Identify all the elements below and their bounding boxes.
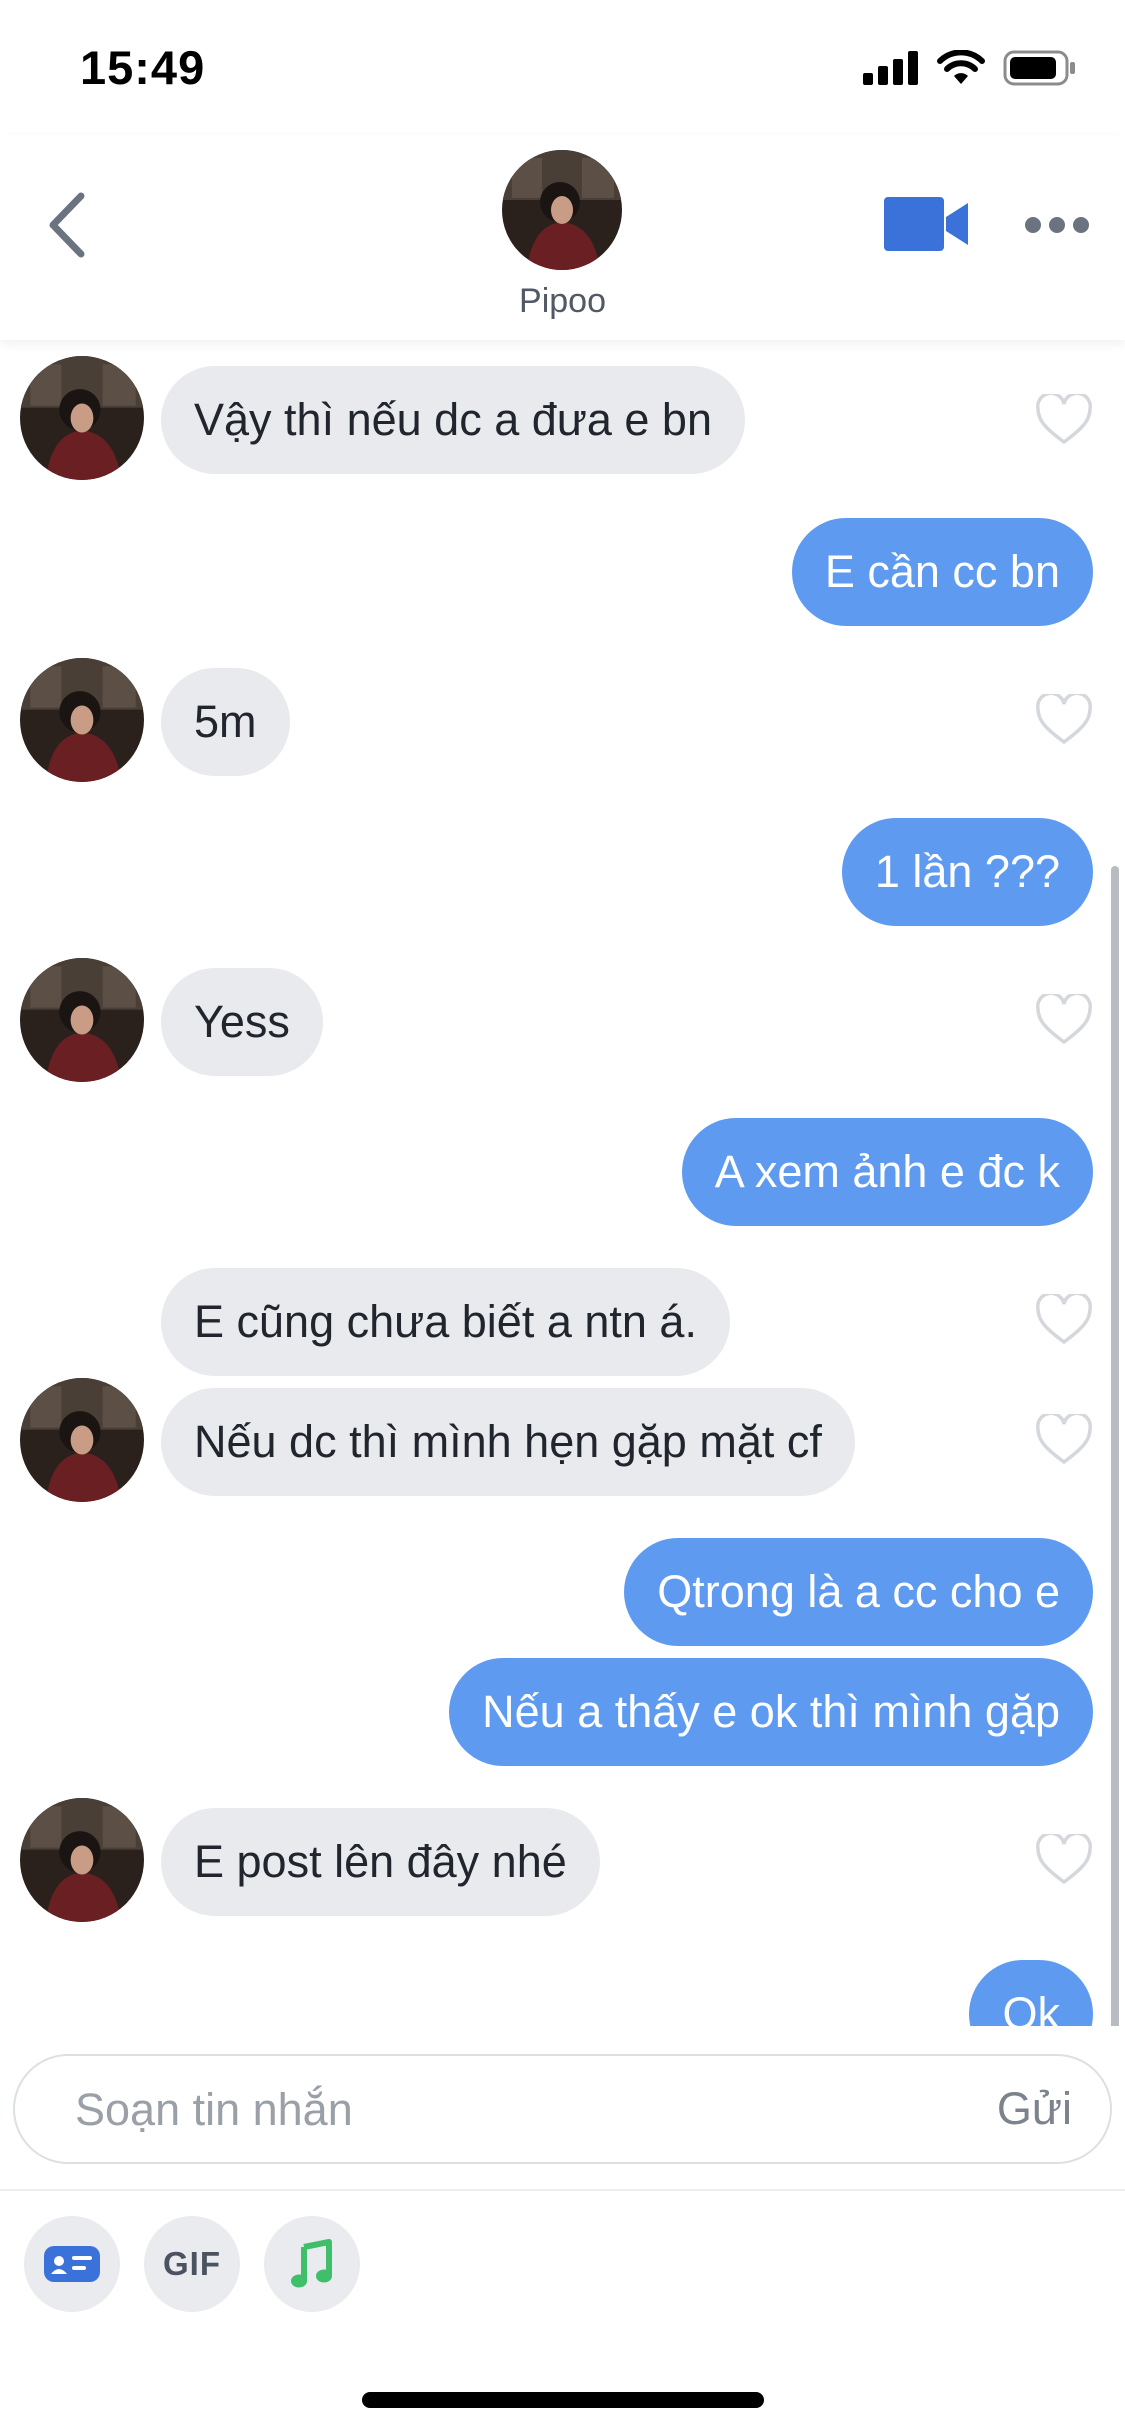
message-bubble-incoming[interactable]: Vậy thì nếu dc a đưa e bn bbox=[161, 366, 745, 474]
heart-icon[interactable] bbox=[1035, 1414, 1093, 1466]
composer: Gửi GIF bbox=[0, 2026, 1125, 2436]
sender-avatar[interactable] bbox=[20, 658, 144, 782]
scrollbar[interactable] bbox=[1111, 866, 1119, 2026]
video-camera-icon bbox=[884, 197, 968, 251]
chat-header: Pipoo bbox=[0, 135, 1125, 340]
video-call-button[interactable] bbox=[884, 191, 970, 257]
status-time: 15:49 bbox=[80, 41, 206, 94]
more-dots-icon bbox=[1025, 217, 1089, 233]
message-list[interactable]: Vậy thì nếu dc a đưa e bn E cần cc bn 5m… bbox=[0, 340, 1125, 2026]
divider bbox=[0, 2189, 1125, 2191]
message-input[interactable] bbox=[73, 2056, 937, 2164]
contact-card-icon bbox=[44, 2246, 100, 2282]
back-chevron-icon bbox=[49, 192, 85, 258]
message-bubble-outgoing[interactable]: Ok bbox=[969, 1960, 1093, 2026]
send-button[interactable]: Gửi bbox=[997, 2056, 1072, 2162]
message-bubble-incoming[interactable]: Yess bbox=[161, 968, 323, 1076]
home-indicator[interactable] bbox=[362, 2392, 764, 2408]
message-bubble-outgoing[interactable]: Nếu a thấy e ok thì mình gặp bbox=[449, 1658, 1093, 1766]
sender-avatar[interactable] bbox=[20, 356, 144, 480]
sender-avatar[interactable] bbox=[20, 1378, 144, 1502]
gif-label: GIF bbox=[163, 2245, 221, 2282]
music-note-icon bbox=[291, 2239, 332, 2288]
message-input-container: Gửi bbox=[13, 2054, 1112, 2164]
heart-icon[interactable] bbox=[1035, 394, 1093, 446]
message-bubble-incoming[interactable]: 5m bbox=[161, 668, 290, 776]
music-button[interactable] bbox=[264, 2216, 360, 2312]
sender-avatar[interactable] bbox=[20, 1798, 144, 1922]
heart-icon[interactable] bbox=[1035, 694, 1093, 746]
battery-icon bbox=[1003, 50, 1075, 86]
sender-avatar[interactable] bbox=[20, 958, 144, 1082]
status-bar: 15:49 bbox=[0, 0, 1125, 135]
contact-avatar[interactable] bbox=[502, 150, 622, 270]
message-bubble-incoming[interactable]: E post lên đây nhé bbox=[161, 1808, 600, 1916]
message-bubble-outgoing[interactable]: E cần cc bn bbox=[791, 518, 1093, 626]
wifi-icon bbox=[937, 50, 985, 84]
message-bubble-outgoing[interactable]: A xem ảnh e đc k bbox=[681, 1118, 1093, 1226]
gif-button[interactable]: GIF bbox=[144, 2216, 240, 2312]
heart-icon[interactable] bbox=[1035, 1294, 1093, 1346]
message-bubble-incoming[interactable]: Nếu dc thì mình hẹn gặp mặt cf bbox=[161, 1388, 855, 1496]
heart-icon[interactable] bbox=[1035, 1834, 1093, 1886]
contact-card-button[interactable] bbox=[24, 2216, 120, 2312]
status-icons bbox=[863, 46, 1077, 90]
cellular-signal-icon bbox=[863, 51, 918, 85]
message-bubble-outgoing[interactable]: 1 lần ??? bbox=[841, 818, 1093, 926]
more-options-button[interactable] bbox=[1024, 205, 1090, 245]
message-bubble-incoming[interactable]: E cũng chưa biết a ntn á. bbox=[161, 1268, 730, 1376]
contact-name: Pipoo bbox=[519, 282, 606, 320]
heart-icon[interactable] bbox=[1035, 994, 1093, 1046]
back-button[interactable] bbox=[40, 185, 94, 265]
message-bubble-outgoing[interactable]: Qtrong là a cc cho e bbox=[624, 1538, 1093, 1646]
